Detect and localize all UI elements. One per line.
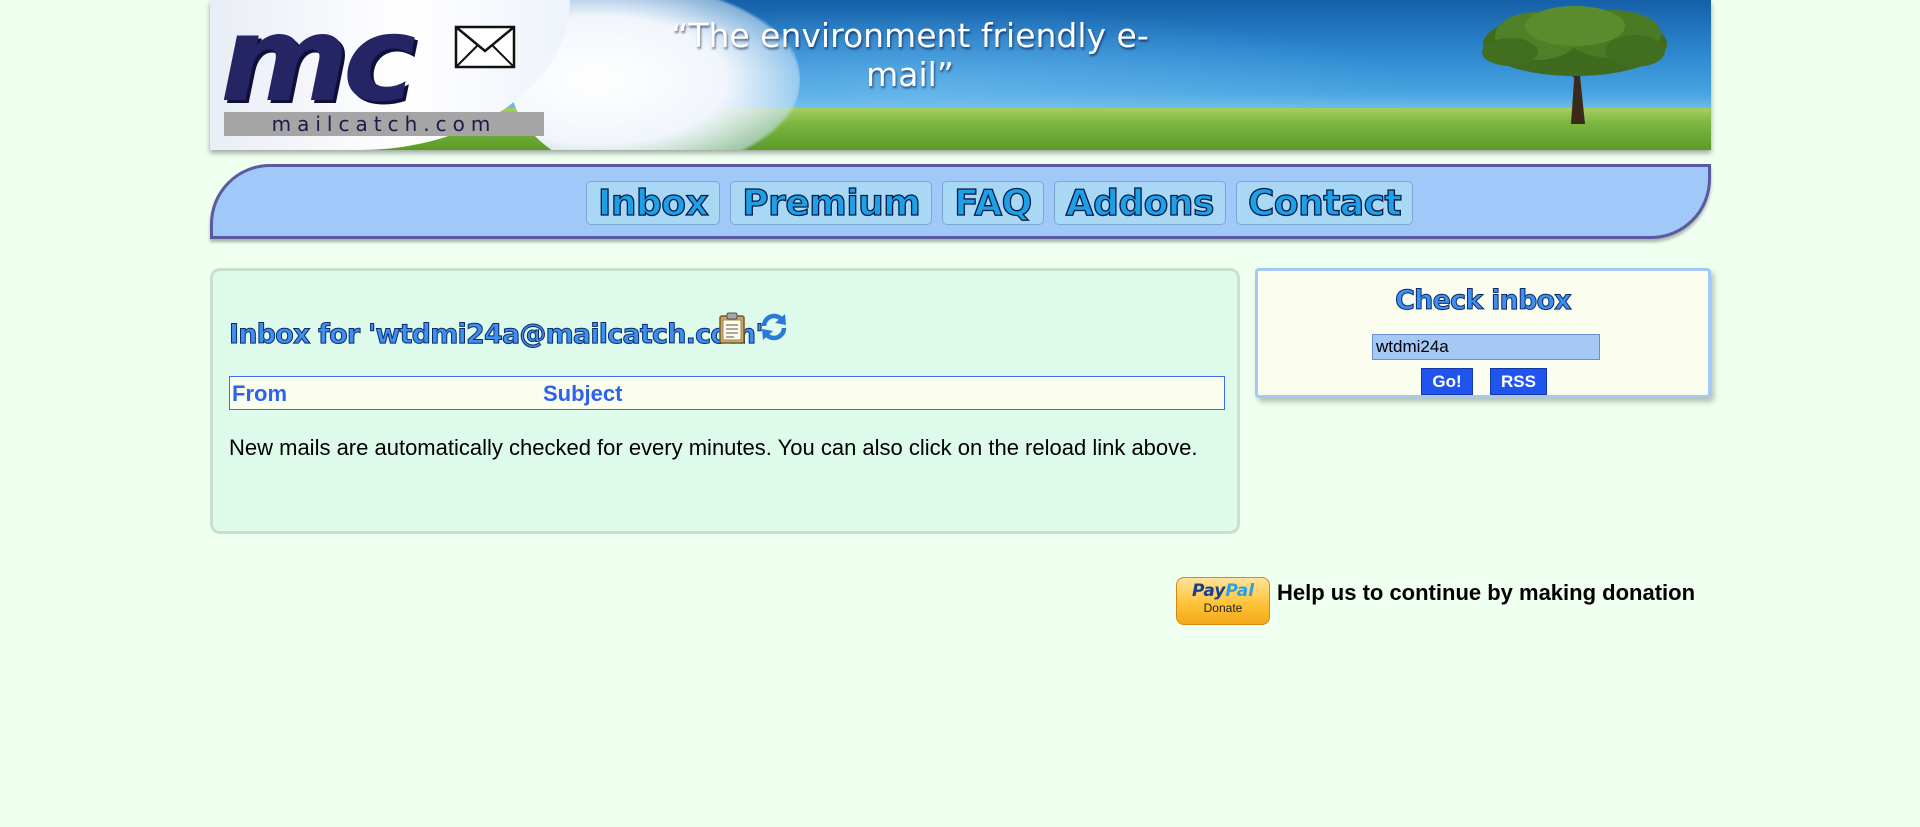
paypal-donate-button[interactable]: PayPal Donate — [1176, 577, 1270, 625]
nav-faq[interactable]: FAQ — [942, 181, 1044, 225]
column-header-subject[interactable]: Subject — [543, 381, 622, 407]
nav-inbox[interactable]: Inbox — [586, 181, 721, 225]
main-navigation: Inbox Premium FAQ Addons Contact — [210, 164, 1711, 239]
paypal-logo-word-pay: Pay — [1191, 581, 1226, 601]
site-tagline: “The environment friendly e-mail” — [671, 16, 1149, 94]
go-button[interactable]: Go! — [1421, 368, 1473, 395]
column-header-from[interactable]: From — [232, 381, 287, 407]
check-inbox-title: Check inbox — [1395, 285, 1572, 317]
nav-contact[interactable]: Contact — [1235, 181, 1414, 225]
site-banner: mc mailcatch.com “The environment friend… — [210, 0, 1711, 150]
reload-icon[interactable] — [759, 312, 789, 342]
page-container: mc mailcatch.com “The environment friend… — [210, 0, 1711, 625]
nav-premium[interactable]: Premium — [730, 181, 933, 225]
tree-illustration — [1482, 6, 1667, 124]
paypal-logo-word-pal: Pal — [1225, 581, 1255, 601]
inbox-title: Inbox for 'wtdmi24a@mailcatch.com' — [229, 319, 765, 351]
inbox-name-input[interactable] — [1372, 334, 1600, 360]
check-inbox-panel: Check inbox Go! RSS — [1255, 268, 1711, 398]
rss-button[interactable]: RSS — [1490, 368, 1547, 395]
paypal-logo: PayPal — [1177, 582, 1269, 601]
paypal-donate-label: Donate — [1203, 601, 1243, 615]
copy-to-clipboard-icon[interactable] — [718, 312, 746, 344]
logo-domain-text: mailcatch.com — [224, 112, 544, 136]
envelope-icon — [454, 25, 516, 69]
inbox-panel: Inbox for 'wtdmi24a@mailcatch.com' From … — [210, 268, 1240, 534]
donation-message: Help us to continue by making donation — [1277, 580, 1696, 605]
mail-table-header: From Subject — [229, 376, 1225, 410]
nav-items: Inbox Premium FAQ Addons Contact — [586, 181, 1414, 225]
site-logo[interactable]: mc — [220, 0, 416, 118]
nav-addons[interactable]: Addons — [1053, 181, 1226, 225]
auto-check-notice: New mails are automatically checked for … — [229, 435, 1198, 460]
